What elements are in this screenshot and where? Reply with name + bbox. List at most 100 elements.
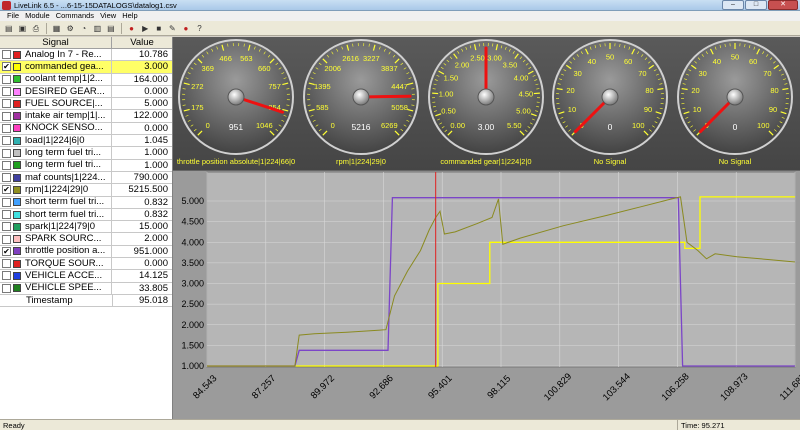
signal-color-swatch[interactable] — [13, 149, 21, 158]
signal-row[interactable]: spark|1|224|79|0 15.000 — [0, 221, 172, 234]
signal-color-swatch[interactable] — [13, 222, 21, 231]
gauge[interactable]: 0.000.501.001.502.002.50 3.003.504.004.50… — [428, 39, 544, 155]
gauge-icon[interactable]: ◔ — [78, 23, 89, 34]
signal-row[interactable]: maf counts|1|224... 790.000 — [0, 172, 172, 185]
signal-row[interactable]: long term fuel tri... 1.000 — [0, 159, 172, 172]
signal-checkbox[interactable] — [2, 87, 11, 97]
signal-row[interactable]: FUEL SOURCE|... 5.000 — [0, 98, 172, 111]
signal-checkbox[interactable] — [2, 173, 11, 183]
chart-svg[interactable]: 1.000 1.500 2.000 2.500 3.000 3.500 4.000 4.500… — [173, 171, 800, 420]
open-icon[interactable]: ▤ — [3, 23, 14, 34]
config-icon[interactable]: ⚙ — [65, 23, 76, 34]
x-tick-label: 95.401 — [426, 373, 454, 401]
signal-value: 1.000 — [111, 159, 172, 171]
menu-view[interactable]: View — [97, 11, 119, 21]
gauge[interactable]: 0585 1395 20062616 32273837 4447 5058 6269 5216 — [303, 39, 419, 155]
signal-color-swatch[interactable] — [13, 259, 21, 268]
gauge-tick-label: 90 — [644, 105, 652, 114]
log-icon[interactable]: ▤ — [105, 23, 116, 34]
signal-checkbox[interactable] — [2, 99, 11, 109]
signal-checkbox[interactable] — [2, 50, 11, 60]
signal-checkbox[interactable]: ✔ — [2, 62, 11, 72]
signal-color-swatch[interactable] — [13, 99, 21, 108]
signal-checkbox[interactable] — [2, 234, 11, 244]
signal-color-swatch[interactable] — [13, 271, 21, 280]
signal-color-swatch[interactable] — [13, 136, 21, 145]
signal-color-swatch[interactable] — [13, 62, 21, 71]
signal-color-swatch[interactable] — [13, 235, 21, 244]
signal-checkbox[interactable] — [2, 136, 11, 146]
signal-checkbox[interactable] — [2, 283, 11, 293]
maximize-button[interactable]: □ — [745, 0, 767, 10]
table-icon[interactable]: ▥ — [92, 23, 103, 34]
stop-icon[interactable]: ■ — [153, 23, 164, 34]
settings-icon[interactable]: ✎ — [167, 23, 178, 34]
signal-row[interactable]: short term fuel tri... 0.832 — [0, 196, 172, 209]
menu-module[interactable]: Module — [22, 11, 53, 21]
signal-table-header: Signal Value — [0, 37, 172, 49]
save-icon[interactable]: ▣ — [17, 23, 28, 34]
signal-color-swatch[interactable] — [13, 161, 21, 170]
record-dot-icon[interactable]: ● — [180, 23, 191, 34]
signal-checkbox[interactable] — [2, 210, 11, 219]
chart-icon[interactable]: ▦ — [51, 23, 62, 34]
gauge-readout: 0 — [733, 122, 738, 132]
signal-column-header[interactable]: Signal — [0, 37, 112, 48]
signal-row[interactable]: TORQUE SOUR... 0.000 — [0, 258, 172, 271]
signal-color-swatch[interactable] — [13, 112, 21, 121]
signal-color-swatch[interactable] — [13, 198, 21, 207]
signal-checkbox[interactable] — [2, 160, 11, 170]
signal-checkbox[interactable]: ✔ — [2, 246, 11, 256]
signal-row[interactable]: SPARK SOURC... 2.000 — [0, 233, 172, 246]
signal-color-swatch[interactable] — [13, 284, 21, 293]
menu-file[interactable]: File — [4, 11, 22, 21]
signal-row[interactable]: ✔ commanded gea... 3.000 — [0, 61, 172, 74]
signal-checkbox[interactable] — [2, 123, 11, 133]
signal-color-swatch[interactable] — [13, 185, 21, 194]
signal-row[interactable]: load|1|224|6|0 1.045 — [0, 135, 172, 148]
menu-help[interactable]: Help — [119, 11, 140, 21]
gauge-tick-label: 50 — [731, 53, 739, 62]
signal-row[interactable]: short term fuel tri... 0.832 — [0, 209, 172, 222]
signal-color-swatch[interactable] — [13, 247, 21, 256]
signal-row[interactable]: ✔ throttle position a... 951.000 — [0, 245, 172, 259]
signal-color-swatch[interactable] — [13, 50, 21, 59]
signal-checkbox[interactable] — [2, 74, 11, 84]
signal-color-swatch[interactable] — [13, 124, 21, 133]
minimize-button[interactable]: – — [722, 0, 744, 10]
signal-row[interactable]: ✔ rpm|1|224|29|0 5215.500 — [0, 184, 172, 197]
gauge[interactable]: 01020304050607080901000 — [677, 39, 793, 155]
gauge[interactable]: 01020304050607080901000 — [552, 39, 668, 155]
menu-commands[interactable]: Commands — [53, 11, 97, 21]
signal-color-swatch[interactable] — [13, 75, 21, 84]
signal-checkbox[interactable] — [2, 222, 11, 232]
print-icon[interactable]: ⎙ — [30, 23, 41, 34]
signal-color-swatch[interactable] — [13, 87, 21, 96]
signal-value: 0.000 — [111, 122, 172, 135]
close-button[interactable]: ✕ — [768, 0, 798, 10]
signal-color-swatch[interactable] — [13, 173, 21, 182]
signal-checkbox[interactable]: ✔ — [2, 185, 11, 195]
signal-checkbox[interactable] — [2, 259, 11, 269]
signal-checkbox[interactable] — [2, 148, 11, 158]
signal-row[interactable]: coolant temp|1|2... 164.000 — [0, 73, 172, 86]
signal-color-swatch[interactable] — [13, 210, 21, 219]
signal-checkbox[interactable] — [2, 271, 11, 281]
gauge[interactable]: 0175272369466 5636607578541046951 — [178, 39, 294, 155]
signal-row[interactable]: VEHICLE SPEE... 33.805 — [0, 282, 172, 295]
signal-row[interactable]: long term fuel tri... 1.000 — [0, 147, 172, 160]
record-icon[interactable]: ● — [126, 23, 137, 34]
help-icon[interactable]: ? — [194, 23, 205, 34]
signal-row[interactable]: intake air temp|1|... 122.000 — [0, 110, 172, 123]
signal-row[interactable]: KNOCK SENSO... 0.000 — [0, 122, 172, 136]
signal-row[interactable]: DESIRED GEAR... 0.000 — [0, 86, 172, 99]
gauge-tick-label: 60 — [749, 57, 757, 66]
signal-row[interactable]: VEHICLE ACCE... 14.125 — [0, 270, 172, 283]
play-icon[interactable]: ▶ — [140, 23, 151, 34]
datalog-chart[interactable]: 1.000 1.500 2.000 2.500 3.000 3.500 4.000 4.500… — [173, 170, 800, 419]
value-column-header[interactable]: Value — [112, 37, 172, 48]
gauge-tick-label: 60 — [624, 57, 632, 66]
signal-checkbox[interactable] — [2, 111, 11, 121]
signal-row[interactable]: Analog In 7 - Re... 10.786 — [0, 49, 172, 62]
signal-checkbox[interactable] — [2, 197, 11, 207]
